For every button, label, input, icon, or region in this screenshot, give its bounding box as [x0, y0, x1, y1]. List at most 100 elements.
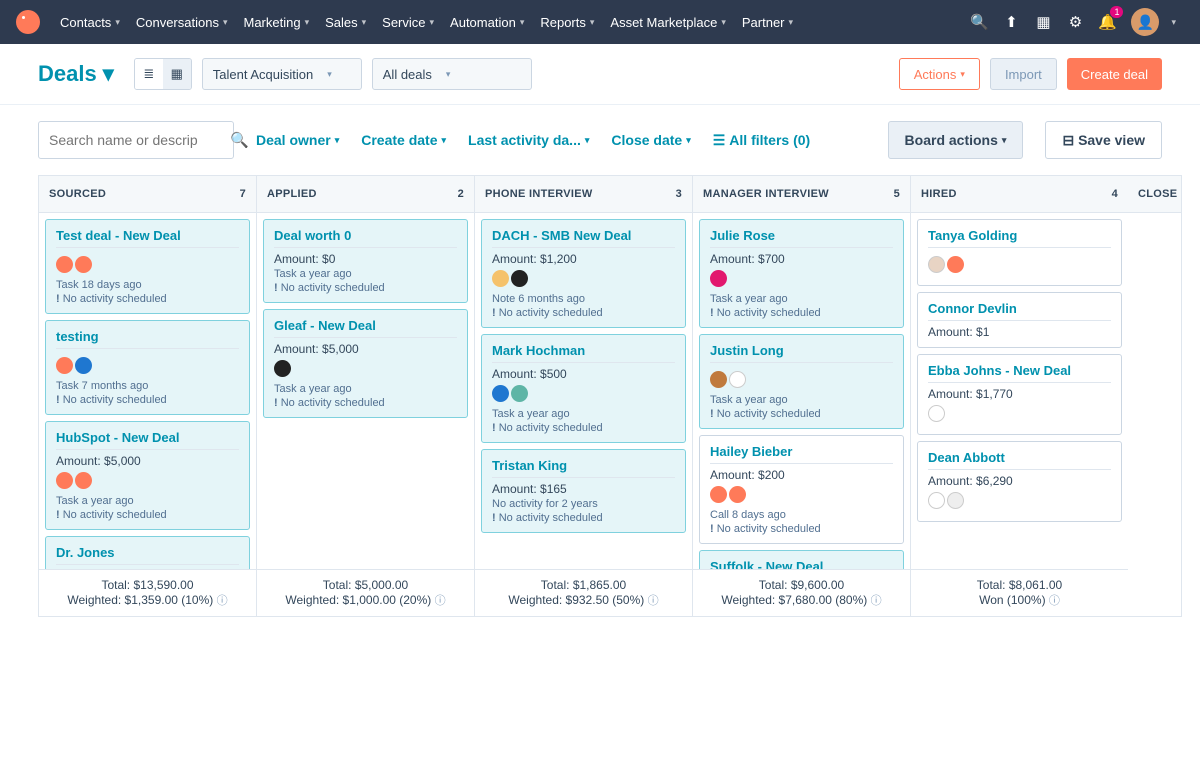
- info-icon[interactable]: ⓘ: [871, 595, 882, 607]
- deal-card[interactable]: Julie Rose Amount: $700 Task a year ago …: [699, 219, 904, 328]
- association-chip[interactable]: [729, 371, 746, 388]
- actions-button[interactable]: Actions ▾: [899, 58, 980, 90]
- avatar-menu-chevron[interactable]: ▾: [1163, 11, 1184, 34]
- list-view-button[interactable]: ≣: [135, 59, 163, 89]
- association-chip[interactable]: [492, 385, 509, 402]
- association-chip[interactable]: [928, 256, 945, 273]
- nav-item-partner[interactable]: Partner▾: [734, 9, 801, 36]
- association-chip[interactable]: [947, 256, 964, 273]
- deals-title-dropdown[interactable]: Deals ▾: [38, 61, 114, 87]
- association-chip[interactable]: [75, 256, 92, 273]
- create-deal-button[interactable]: Create deal: [1067, 58, 1162, 90]
- deal-title[interactable]: Tristan King: [492, 458, 675, 478]
- deal-card[interactable]: Test deal - New Deal Task 18 days ago No…: [45, 219, 250, 314]
- association-chip[interactable]: [75, 357, 92, 374]
- nav-item-marketing[interactable]: Marketing▾: [235, 9, 317, 36]
- nav-item-conversations[interactable]: Conversations▾: [128, 9, 236, 36]
- column-weighted: Weighted: $1,359.00 (10%) ⓘ: [45, 592, 250, 608]
- save-view-button[interactable]: ⊟ Save view: [1045, 121, 1162, 159]
- notifications-icon[interactable]: 🔔1: [1093, 8, 1121, 36]
- user-avatar[interactable]: 👤: [1131, 8, 1159, 36]
- association-chip[interactable]: [710, 270, 727, 287]
- association-chip[interactable]: [710, 486, 727, 503]
- deal-title[interactable]: DACH - SMB New Deal: [492, 228, 675, 248]
- settings-icon[interactable]: ⚙: [1061, 8, 1089, 36]
- association-chip[interactable]: [511, 385, 528, 402]
- deal-title[interactable]: Connor Devlin: [928, 301, 1111, 321]
- association-chip[interactable]: [928, 405, 945, 422]
- association-chip[interactable]: [56, 472, 73, 489]
- association-chip[interactable]: [75, 472, 92, 489]
- nav-item-reports[interactable]: Reports▾: [532, 9, 602, 36]
- deal-title[interactable]: Test deal - New Deal: [56, 228, 239, 248]
- deal-card[interactable]: Tanya Golding: [917, 219, 1122, 286]
- deal-card[interactable]: Deal worth 0 Amount: $0 Task a year ago …: [263, 219, 468, 303]
- deal-title[interactable]: Tanya Golding: [928, 228, 1111, 248]
- search-input[interactable]: [49, 132, 230, 148]
- deal-card[interactable]: Dr. Jones Amount: $5,700: [45, 536, 250, 569]
- deal-warning: No activity scheduled: [56, 392, 239, 406]
- board-view-button[interactable]: ▦: [163, 59, 191, 89]
- deal-title[interactable]: Gleaf - New Deal: [274, 318, 457, 338]
- deal-title[interactable]: Deal worth 0: [274, 228, 457, 248]
- association-chip[interactable]: [274, 360, 291, 377]
- deal-card[interactable]: Justin Long Task a year ago No activity …: [699, 334, 904, 429]
- association-chip[interactable]: [56, 357, 73, 374]
- deal-card[interactable]: Ebba Johns - New Deal Amount: $1,770: [917, 354, 1122, 435]
- deal-title[interactable]: Dean Abbott: [928, 450, 1111, 470]
- marketplace-icon[interactable]: ▦: [1029, 8, 1057, 36]
- hubspot-logo[interactable]: [16, 10, 40, 34]
- deal-card[interactable]: HubSpot - New Deal Amount: $5,000 Task a…: [45, 421, 250, 530]
- create-date-filter[interactable]: Create date▾: [361, 132, 446, 148]
- chevron-down-icon: ▾: [305, 17, 310, 28]
- deal-title[interactable]: Ebba Johns - New Deal: [928, 363, 1111, 383]
- upload-icon[interactable]: ⬆: [997, 8, 1025, 36]
- nav-item-asset-marketplace[interactable]: Asset Marketplace▾: [602, 9, 733, 36]
- deal-card[interactable]: Tristan King Amount: $165 No activity fo…: [481, 449, 686, 533]
- deal-title[interactable]: testing: [56, 329, 239, 349]
- association-chip[interactable]: [710, 371, 727, 388]
- search-icon[interactable]: 🔍: [230, 131, 249, 149]
- deal-title[interactable]: Hailey Bieber: [710, 444, 893, 464]
- board-actions-button[interactable]: Board actions ▾: [888, 121, 1024, 159]
- info-icon[interactable]: ⓘ: [1049, 595, 1060, 607]
- view-select[interactable]: All deals▾: [372, 58, 532, 90]
- info-icon[interactable]: ⓘ: [435, 595, 446, 607]
- all-filters-button[interactable]: ☰ All filters (0): [713, 132, 810, 149]
- association-chip[interactable]: [56, 256, 73, 273]
- nav-item-automation[interactable]: Automation▾: [442, 9, 532, 36]
- nav-item-service[interactable]: Service▾: [374, 9, 442, 36]
- last-activity-filter[interactable]: Last activity da...▾: [468, 132, 589, 148]
- deal-title[interactable]: Mark Hochman: [492, 343, 675, 363]
- close-date-filter[interactable]: Close date▾: [611, 132, 690, 148]
- deal-title[interactable]: Justin Long: [710, 343, 893, 363]
- deal-meta: Task a year ago: [274, 266, 457, 280]
- deal-card[interactable]: Hailey Bieber Amount: $200 Call 8 days a…: [699, 435, 904, 544]
- association-chip[interactable]: [729, 486, 746, 503]
- deal-card[interactable]: Connor Devlin Amount: $1: [917, 292, 1122, 348]
- deal-card[interactable]: Suffolk - New Deal: [699, 550, 904, 569]
- deal-card[interactable]: Dean Abbott Amount: $6,290: [917, 441, 1122, 522]
- info-icon[interactable]: ⓘ: [217, 595, 228, 607]
- search-icon[interactable]: 🔍: [965, 8, 993, 36]
- deal-title[interactable]: Suffolk - New Deal: [710, 559, 893, 569]
- nav-item-sales[interactable]: Sales▾: [317, 9, 374, 36]
- association-chip[interactable]: [928, 492, 945, 509]
- column-weighted: Weighted: $932.50 (50%) ⓘ: [481, 592, 686, 608]
- deal-card[interactable]: Gleaf - New Deal Amount: $5,000 Task a y…: [263, 309, 468, 418]
- info-icon[interactable]: ⓘ: [648, 595, 659, 607]
- deal-title[interactable]: HubSpot - New Deal: [56, 430, 239, 450]
- column-total: Total: $9,600.00: [699, 578, 904, 592]
- deal-card[interactable]: Mark Hochman Amount: $500 Task a year ag…: [481, 334, 686, 443]
- deal-card[interactable]: testing Task 7 months ago No activity sc…: [45, 320, 250, 415]
- deal-owner-filter[interactable]: Deal owner▾: [256, 132, 339, 148]
- association-chip[interactable]: [947, 492, 964, 509]
- deal-card[interactable]: DACH - SMB New Deal Amount: $1,200 Note …: [481, 219, 686, 328]
- pipeline-select[interactable]: Talent Acquisition▾: [202, 58, 362, 90]
- import-button[interactable]: Import: [990, 58, 1057, 90]
- deal-title[interactable]: Julie Rose: [710, 228, 893, 248]
- deal-title[interactable]: Dr. Jones: [56, 545, 239, 565]
- nav-item-contacts[interactable]: Contacts▾: [52, 9, 128, 36]
- association-chip[interactable]: [511, 270, 528, 287]
- association-chip[interactable]: [492, 270, 509, 287]
